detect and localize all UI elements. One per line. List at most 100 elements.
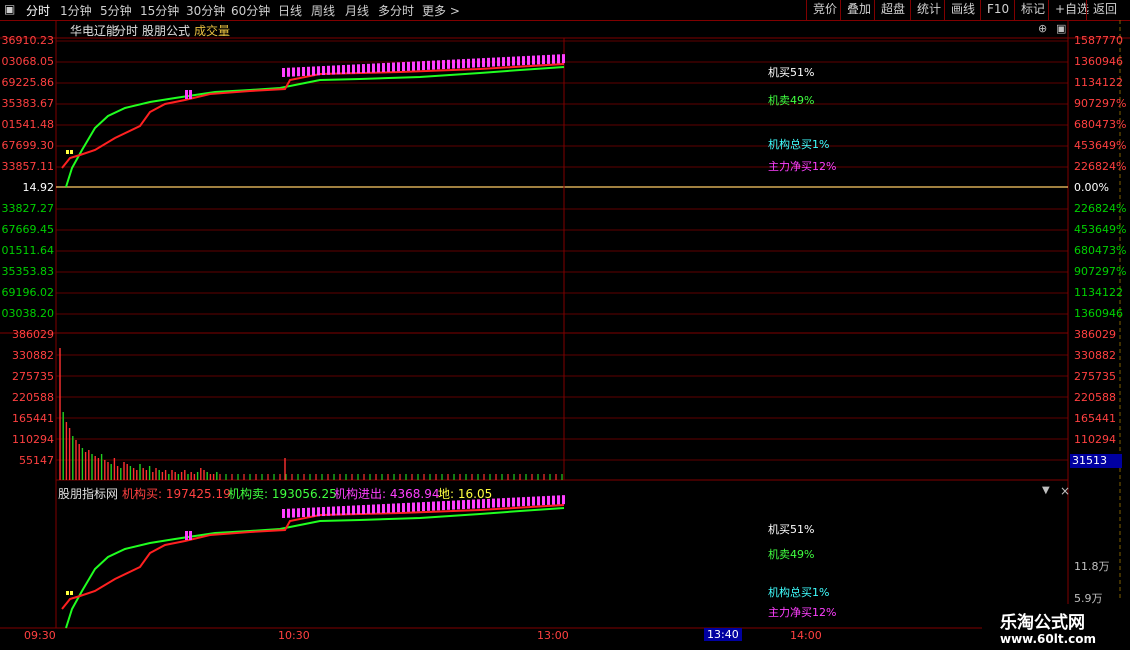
magenta-marker [482, 58, 485, 68]
volume-label: 165441 [1074, 412, 1116, 425]
indicator-red-line [61, 504, 565, 610]
magenta-marker [397, 62, 400, 72]
magenta-marker [342, 506, 345, 516]
magenta-marker [327, 65, 330, 75]
price-line [61, 63, 565, 169]
magenta-marker [507, 56, 510, 66]
price-label: 03038.20 [1, 307, 55, 320]
volume-label: 55147 [19, 454, 54, 467]
magenta-marker [407, 502, 410, 512]
magenta-marker [427, 60, 430, 70]
magenta-marker [412, 502, 415, 512]
indicator-dropdown-icon[interactable]: ▼ [1042, 485, 1050, 496]
magenta-marker [502, 57, 505, 67]
magenta-marker [377, 63, 380, 73]
volume-label: 220588 [1074, 391, 1116, 404]
magenta-marker [189, 90, 192, 99]
magenta-marker [312, 507, 315, 517]
time-cursor-badge: 13:40 [704, 628, 742, 641]
magenta-marker [552, 54, 555, 64]
magenta-marker [382, 63, 385, 73]
time-label: 09:30 [24, 629, 56, 642]
magenta-marker [517, 56, 520, 66]
magenta-marker [512, 497, 515, 507]
magenta-marker [507, 497, 510, 507]
volume-label: 220588 [12, 391, 54, 404]
magenta-marker [377, 504, 380, 514]
volume-label: 110294 [12, 433, 54, 446]
magenta-marker [432, 501, 435, 511]
magenta-marker [532, 55, 535, 65]
magenta-marker [557, 54, 560, 64]
indicator-inst-flow: 机构进出: 4368.94 [334, 487, 440, 501]
magenta-marker [397, 503, 400, 513]
magenta-marker [427, 501, 430, 511]
price-label: 69196.02 [1, 286, 55, 299]
indicator-name: 股朋指标网 [58, 487, 119, 501]
magenta-marker [185, 531, 188, 540]
magenta-marker [522, 497, 525, 507]
magenta-marker [332, 65, 335, 75]
avg-line [65, 66, 565, 188]
indicator-ground: 地: 16.05 [438, 487, 493, 501]
magenta-marker [462, 59, 465, 69]
magenta-marker [537, 55, 540, 65]
indicator-close-icon[interactable]: × [1060, 484, 1070, 498]
magenta-marker [282, 68, 285, 77]
indicator-inst-sell: 机构卖: 193056.25 [228, 487, 337, 501]
magenta-marker [367, 63, 370, 73]
volume-label: 386029 [1074, 328, 1116, 341]
magenta-marker [517, 497, 520, 507]
volume-label: 165441 [12, 412, 54, 425]
magenta-marker [442, 60, 445, 70]
indicator-green-line [65, 507, 565, 629]
price-label: 35353.83 [1, 265, 55, 278]
intraday-chart [0, 20, 1130, 629]
price-label: 03068.05 [1, 55, 55, 68]
magenta-marker [442, 501, 445, 511]
chart-grid [0, 20, 1130, 629]
magenta-marker [492, 57, 495, 67]
volume-label: 386029 [12, 328, 54, 341]
magenta-marker [522, 56, 525, 66]
annotation-sell-lower: 机卖49% [768, 548, 815, 561]
annotation-inst-buy-lower: 机构总买1% [768, 586, 830, 599]
magenta-marker [312, 66, 315, 76]
annotation-buy-lower: 机买51% [768, 523, 815, 536]
percent-label: 680473% [1074, 118, 1127, 131]
magenta-marker [317, 507, 320, 517]
magenta-marker [527, 55, 530, 65]
percent-label: 1360946 [1074, 55, 1123, 68]
magenta-marker [417, 502, 420, 512]
magenta-marker [317, 66, 320, 76]
annotation-buy: 机买51% [768, 66, 815, 79]
price-lines [61, 63, 565, 629]
magenta-marker [532, 496, 535, 506]
magenta-marker [337, 506, 340, 516]
percent-label: 453649% [1074, 223, 1127, 236]
magenta-marker [457, 59, 460, 69]
magenta-marker [372, 63, 375, 73]
yellow-marker [70, 591, 73, 595]
magenta-marker [412, 61, 415, 71]
magenta-marker [185, 90, 188, 99]
yellow-marker [70, 150, 73, 154]
magenta-marker [422, 502, 425, 512]
magenta-marker [307, 507, 310, 517]
magenta-marker [357, 64, 360, 74]
price-label: 67669.45 [1, 223, 55, 236]
magenta-marker [347, 64, 350, 74]
magenta-marker [189, 531, 192, 540]
magenta-marker [302, 67, 305, 77]
magenta-marker [352, 64, 355, 74]
magenta-marker [352, 505, 355, 515]
annotation-sell: 机卖49% [768, 94, 815, 107]
magenta-marker [512, 56, 515, 66]
current-volume-badge: 31513 [1070, 454, 1122, 468]
price-label: 33827.27 [1, 202, 55, 215]
magenta-marker [382, 504, 385, 514]
magenta-marker [322, 507, 325, 517]
magenta-marker [332, 506, 335, 516]
magenta-marker [497, 57, 500, 67]
magenta-marker [387, 62, 390, 72]
